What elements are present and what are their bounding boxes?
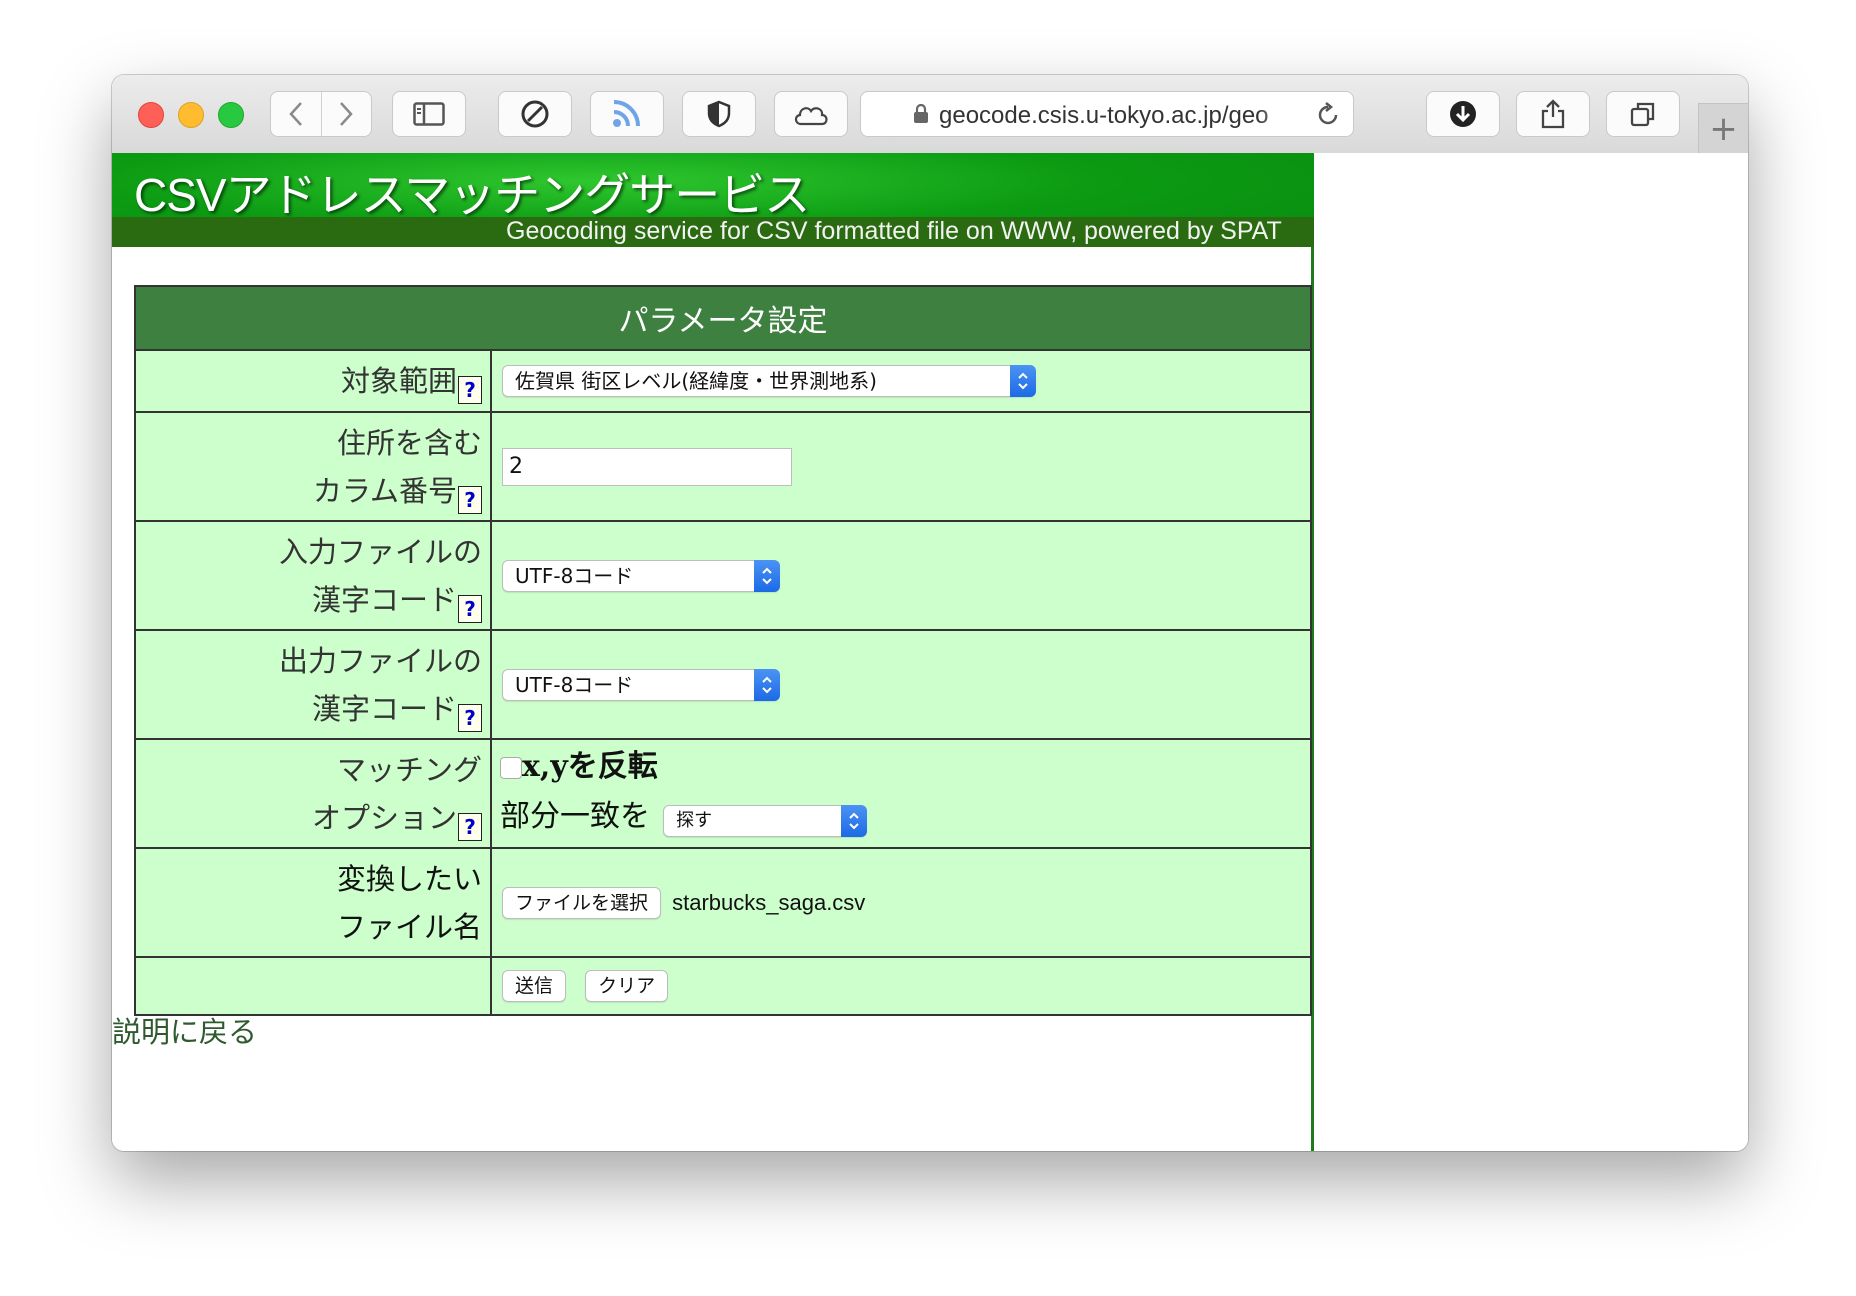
column-number-input[interactable]: 2 <box>502 447 792 486</box>
banner-subtitle: Geocoding service for CSV formatted file… <box>506 217 1282 245</box>
partial-match-label: 部分一致を <box>500 798 650 834</box>
range-select[interactable]: 佐賀県 街区レベル(経緯度・世界測地系) <box>502 365 1036 397</box>
url-text: geocode.csis.u-tokyo.ac.jp/geo <box>939 102 1269 129</box>
column-label-line2: カラム番号 <box>312 473 457 508</box>
download-icon <box>1450 101 1476 127</box>
rss-icon <box>613 100 640 127</box>
matching-label-cell: マッチング オプション? <box>134 738 492 849</box>
clear-button[interactable]: クリア <box>585 970 669 1002</box>
flip-xy-checkbox[interactable] <box>500 756 522 779</box>
table-row: 変換したい ファイル名 ファイルを選択 starbucks_saga.csv <box>134 847 1312 958</box>
sidebar-icon <box>413 102 445 126</box>
flip-xy-row: x,yを反転 <box>500 744 1310 794</box>
table-row: マッチング オプション? x,yを反転 部分一致を 探す <box>134 738 1312 849</box>
range-label: 対象範囲 <box>340 364 457 398</box>
output-encoding-value-cell: UTF-8コード <box>490 629 1312 740</box>
site-banner: CSVアドレスマッチングサービス Geocoding service for C… <box>112 153 1314 247</box>
browser-toolbar: geocode.csis.u-tokyo.ac.jp/geo + <box>112 75 1748 154</box>
parameter-table: パラメータ設定 対象範囲? 佐賀県 街区レベル(経緯度・世界測地系) 住所を含む… <box>134 285 1312 1016</box>
tabs-overview-icon <box>1630 102 1655 127</box>
partial-match-row: 部分一致を 探す <box>500 794 1310 844</box>
input-encoding-label-cell: 入力ファイルの 漢字コード? <box>134 520 492 631</box>
help-icon[interactable]: ? <box>458 703 482 732</box>
column-label-line1: 住所を含む <box>336 425 482 460</box>
share-icon <box>1541 99 1565 129</box>
forward-button[interactable] <box>320 92 372 136</box>
downloads-button[interactable] <box>1426 91 1500 137</box>
block-icon <box>521 100 549 128</box>
output-encoding-label-line1: 出力ファイルの <box>278 643 482 678</box>
column-label-cell: 住所を含む カラム番号? <box>134 411 492 522</box>
range-label-cell: 対象範囲? <box>134 349 492 413</box>
file-label-line2: ファイル名 <box>336 909 482 944</box>
back-to-description-link[interactable]: 説明に戻る <box>112 1009 257 1051</box>
web-page: CSVアドレスマッチングサービス Geocoding service for C… <box>112 153 1748 1151</box>
help-icon[interactable]: ? <box>458 594 482 623</box>
new-tab-button[interactable]: + <box>1698 103 1748 153</box>
content-blocker-button[interactable] <box>498 91 572 137</box>
input-encoding-label-line2: 漢字コード <box>311 582 457 617</box>
input-encoding-select[interactable]: UTF-8コード <box>502 559 780 592</box>
empty-label-cell <box>134 956 492 1016</box>
range-value-cell: 佐賀県 街区レベル(経緯度・世界測地系) <box>490 349 1312 413</box>
file-value-cell: ファイルを選択 starbucks_saga.csv <box>490 847 1312 958</box>
input-encoding-selected: UTF-8コード <box>515 563 634 588</box>
rss-button[interactable] <box>590 91 664 137</box>
select-arrows-icon <box>754 559 780 592</box>
share-button[interactable] <box>1516 91 1590 137</box>
help-icon[interactable]: ? <box>458 812 482 841</box>
banner-title: CSVアドレスマッチングサービス <box>134 169 810 221</box>
table-row: 住所を含む カラム番号? 2 <box>134 411 1312 522</box>
table-row: 出力ファイルの 漢字コード? UTF-8コード <box>134 629 1312 740</box>
url-fade <box>1257 96 1307 132</box>
matching-label-line1: マッチング <box>336 752 482 787</box>
table-row: 入力ファイルの 漢字コード? UTF-8コード <box>134 520 1312 631</box>
output-encoding-label-line2: 漢字コード <box>311 691 457 726</box>
file-label-line1: 変換したい <box>336 861 482 896</box>
partial-match-select[interactable]: 探す <box>663 805 868 837</box>
partial-match-selected: 探す <box>676 810 713 831</box>
lock-icon <box>914 104 928 123</box>
help-icon[interactable]: ? <box>458 376 482 404</box>
range-selected: 佐賀県 街区レベル(経緯度・世界測地系) <box>515 369 877 393</box>
close-window-button[interactable] <box>138 102 164 128</box>
flip-xy-label: x,yを反転 <box>522 748 658 784</box>
shield-icon <box>707 100 731 128</box>
cloud-icon <box>794 107 828 126</box>
zoom-window-button[interactable] <box>218 102 244 128</box>
address-bar[interactable]: geocode.csis.u-tokyo.ac.jp/geo <box>860 91 1354 137</box>
submit-button[interactable]: 送信 <box>502 970 567 1002</box>
matching-value-cell: x,yを反転 部分一致を 探す <box>490 738 1312 849</box>
chevron-right-icon <box>340 102 353 126</box>
minimize-window-button[interactable] <box>178 102 204 128</box>
chosen-file-name: starbucks_saga.csv <box>672 889 866 915</box>
banner-subtitle-bar: Geocoding service for CSV formatted file… <box>112 217 1314 247</box>
icloud-button[interactable] <box>774 91 848 137</box>
show-tabs-button[interactable] <box>1606 91 1680 137</box>
select-arrows-icon <box>841 805 868 837</box>
choose-file-button[interactable]: ファイルを選択 <box>502 886 662 919</box>
sidebar-toggle-button[interactable] <box>392 91 466 137</box>
output-encoding-selected: UTF-8コード <box>515 672 634 697</box>
input-encoding-value-cell: UTF-8コード <box>490 520 1312 631</box>
help-icon[interactable]: ? <box>458 485 482 514</box>
chevron-left-icon <box>289 102 302 126</box>
output-encoding-select[interactable]: UTF-8コード <box>502 668 780 701</box>
column-value-cell: 2 <box>490 411 1312 522</box>
privacy-button[interactable] <box>682 91 756 137</box>
input-encoding-label-line1: 入力ファイルの <box>278 534 482 569</box>
back-button[interactable] <box>271 92 321 136</box>
nav-buttons <box>270 91 372 137</box>
matching-label-line2: オプション <box>311 800 457 835</box>
output-encoding-label-cell: 出力ファイルの 漢字コード? <box>134 629 492 740</box>
table-row: 対象範囲? 佐賀県 街区レベル(経緯度・世界測地系) <box>134 349 1312 413</box>
browser-window: geocode.csis.u-tokyo.ac.jp/geo + CSVアドレス… <box>112 75 1748 1151</box>
table-row: 送信 クリア <box>134 956 1312 1016</box>
actions-cell: 送信 クリア <box>490 956 1312 1016</box>
table-header: パラメータ設定 <box>134 285 1312 351</box>
select-arrows-icon <box>754 668 780 701</box>
reload-icon[interactable] <box>1315 102 1341 128</box>
file-label-cell: 変換したい ファイル名 <box>134 847 492 958</box>
select-arrows-icon <box>1010 365 1036 397</box>
